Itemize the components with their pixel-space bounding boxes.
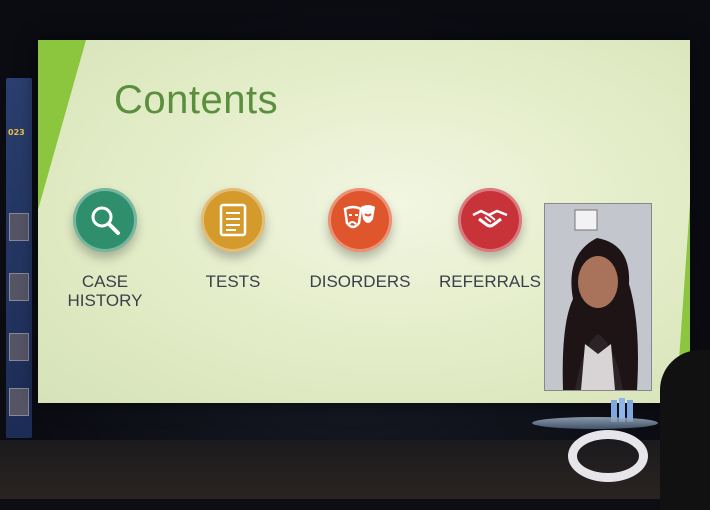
magnifier-icon — [91, 206, 120, 235]
contents-item-case-history: CASE HISTORY — [50, 188, 160, 310]
referrals-circle — [458, 188, 522, 252]
banner-photo — [9, 333, 29, 361]
label-line: DISORDERS — [309, 272, 411, 291]
label-line: REFERRALS — [438, 272, 542, 291]
disorders-label: DISORDERS — [305, 272, 415, 291]
contents-item-referrals: REFERRALS — [435, 188, 545, 291]
disorders-circle — [328, 188, 392, 252]
theater-masks-icon — [343, 205, 375, 229]
label-line: HISTORY — [67, 291, 143, 310]
banner-year-text: 023 — [8, 128, 25, 137]
tests-circle — [201, 188, 265, 252]
checklist-icon — [219, 203, 247, 237]
banner-photo — [9, 273, 29, 301]
banner-photo — [9, 213, 29, 241]
banner-photo — [9, 388, 29, 416]
auditorium: 023 Contents CASE HISTORY TESTS DISORDER… — [0, 0, 710, 510]
label-line: TESTS — [205, 272, 261, 291]
case-history-circle — [73, 188, 137, 252]
referrals-label: REFERRALS — [435, 272, 545, 291]
table-base — [568, 430, 648, 482]
glass-table-top — [532, 417, 658, 429]
speaker-figure — [545, 204, 651, 390]
contents-item-disorders: DISORDERS — [305, 188, 415, 291]
side-banner: 023 — [6, 78, 32, 438]
slide-accent-left — [38, 40, 86, 210]
audience-silhouette — [660, 350, 710, 510]
handshake-icon — [472, 209, 508, 228]
tests-label: TESTS — [178, 272, 288, 291]
speaker-video-overlay — [544, 203, 652, 391]
contents-item-tests: TESTS — [178, 188, 288, 291]
slide-title: Contents — [114, 78, 279, 122]
label-line: CASE — [81, 272, 129, 291]
case-history-label: CASE HISTORY — [50, 272, 160, 310]
